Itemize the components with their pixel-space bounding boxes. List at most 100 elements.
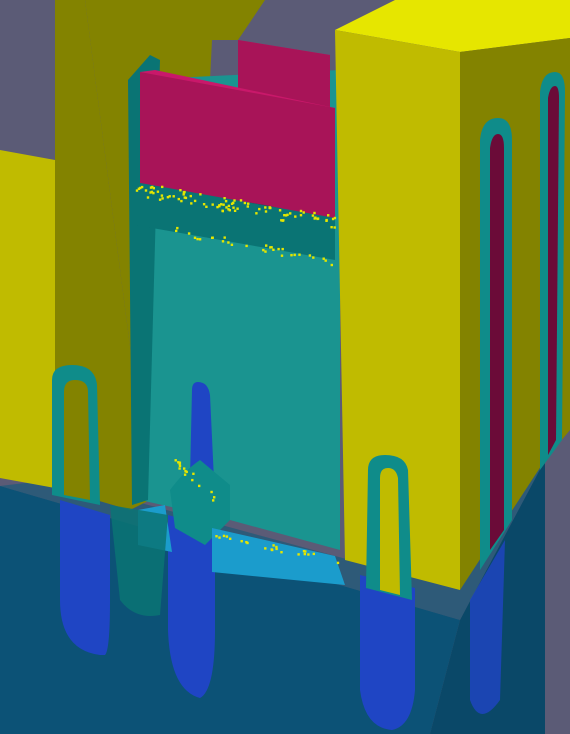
dopant-speckle — [230, 243, 234, 246]
dopant-speckle — [205, 205, 208, 208]
dopant-speckle — [312, 552, 315, 556]
dopant-speckle — [168, 195, 171, 198]
dopant-speckle — [211, 203, 214, 206]
dopant-speckle — [174, 459, 177, 462]
dopant-speckle — [225, 206, 228, 209]
dopant-speckle — [190, 202, 193, 205]
dopant-speckle — [239, 199, 243, 202]
dopant-speckle — [330, 226, 333, 229]
dopant-speckle — [179, 189, 182, 192]
dopant-speckle — [281, 247, 284, 251]
dopant-speckle — [199, 193, 202, 196]
dopant-speckle — [158, 198, 162, 201]
dopant-speckle — [215, 535, 218, 538]
dopant-speckle — [189, 194, 192, 198]
dopant-speckle — [308, 254, 312, 257]
dopant-speckle — [172, 195, 175, 198]
dopant-speckle — [283, 214, 286, 217]
dopant-speckle — [156, 190, 160, 193]
dopant-speckle — [198, 238, 202, 241]
dopant-speckle — [322, 257, 325, 260]
dopant-speckle — [255, 212, 258, 215]
dopant-speckle — [175, 229, 178, 233]
dopant-speckle — [150, 190, 154, 194]
dopant-speckle — [311, 214, 315, 217]
dopant-speckle — [247, 202, 250, 205]
dopant-speckle — [184, 196, 188, 200]
dopant-speckle — [178, 464, 182, 467]
right-front-fin-core — [380, 468, 400, 595]
dopant-speckle — [302, 550, 306, 553]
dopant-speckle — [240, 540, 243, 543]
dopant-speckle — [210, 490, 213, 494]
dopant-speckle — [290, 254, 293, 257]
dopant-speckle — [161, 185, 164, 189]
dopant-speckle — [297, 553, 300, 556]
dopant-speckle — [227, 204, 231, 208]
dopant-speckle — [245, 244, 248, 248]
dopant-speckle — [140, 185, 144, 189]
dopant-speckle — [220, 203, 223, 206]
device-cross-section-render — [0, 0, 570, 734]
dopant-speckle — [196, 237, 199, 241]
dopant-speckle — [264, 547, 267, 550]
dopant-speckle — [151, 185, 154, 189]
dopant-speckle — [224, 200, 228, 203]
dopant-speckle — [137, 187, 141, 190]
dopant-speckle — [262, 248, 265, 252]
dopant-speckle — [264, 250, 267, 253]
dopant-speckle — [222, 203, 225, 206]
dopant-speckle — [213, 496, 216, 499]
dopant-speckle — [316, 217, 320, 220]
dopant-speckle — [236, 207, 239, 210]
dopant-speckle — [177, 461, 180, 464]
dopant-speckle — [212, 499, 215, 502]
dopant-speckle — [246, 541, 249, 545]
deep-well-left — [60, 500, 110, 655]
dopant-speckle — [272, 544, 275, 547]
dopant-speckle — [280, 219, 283, 222]
dopant-speckle — [180, 199, 183, 203]
dopant-speckle — [313, 211, 316, 215]
dopant-speckle — [225, 535, 229, 538]
left-fin-core — [64, 380, 90, 500]
dopant-speckle — [183, 190, 186, 194]
dopant-speckle — [211, 236, 214, 239]
dopant-speckle — [258, 207, 261, 211]
dopant-speckle — [264, 206, 267, 209]
dopant-speckle — [302, 211, 305, 214]
dopant-speckle — [160, 194, 164, 197]
dopant-speckle — [264, 210, 268, 213]
dopant-speckle — [278, 209, 282, 212]
dopant-speckle — [227, 241, 230, 244]
dopant-speckle — [183, 467, 186, 470]
dopant-speckle — [144, 189, 148, 192]
dopant-speckle — [333, 216, 337, 220]
dopant-speckle — [184, 470, 187, 473]
dopant-speckle — [246, 205, 249, 208]
dopant-speckle — [298, 253, 301, 256]
dopant-speckle — [221, 209, 224, 212]
dopant-speckle — [265, 244, 268, 247]
dopant-speckle — [280, 254, 284, 257]
deep-well-center — [168, 515, 215, 698]
dopant-speckle — [293, 253, 296, 257]
dopant-speckle — [294, 215, 297, 218]
dopant-speckle — [177, 197, 180, 201]
right-side-fin-1-core — [490, 134, 504, 550]
dopant-speckle — [182, 193, 185, 196]
dopant-speckle — [178, 467, 181, 470]
dopant-speckle — [314, 216, 317, 219]
dopant-speckle — [233, 199, 236, 202]
dopant-speckle — [221, 240, 225, 243]
dopant-speckle — [198, 484, 201, 488]
dopant-speckle — [336, 561, 340, 565]
dopant-speckle — [232, 206, 235, 209]
dopant-speckle — [299, 209, 303, 213]
render-viewport — [0, 0, 570, 734]
dopant-speckle — [275, 547, 278, 551]
dopant-speckle — [243, 201, 247, 205]
dopant-speckle — [289, 212, 292, 215]
dopant-speckle — [333, 226, 336, 229]
dopant-speckle — [307, 553, 310, 556]
